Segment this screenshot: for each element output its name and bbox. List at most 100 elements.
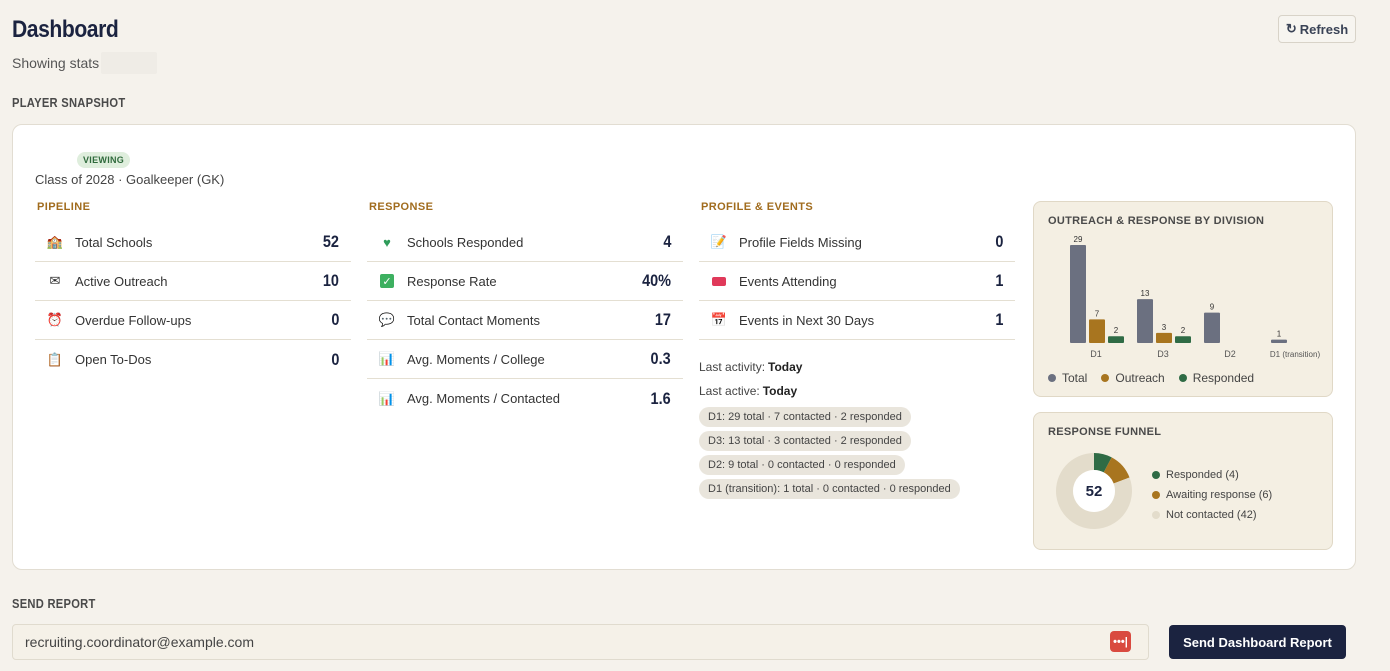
category-tick-label: D3 <box>1157 349 1169 359</box>
last-activity-label: Last activity: <box>699 360 766 374</box>
stat-value: 0.3 <box>650 349 671 368</box>
response-funnel-card: RESPONSE FUNNEL 52 Responded (4) Awaitin… <box>1033 412 1333 550</box>
calendar-icon: 📅 <box>710 312 728 327</box>
stat-row-open-todos: 📋 Open To-Dos 0 <box>35 340 351 379</box>
stat-label: Overdue Follow-ups <box>75 312 192 328</box>
stat-value: 0 <box>330 349 339 369</box>
division-pill: D2: 9 total · 0 contacted · 0 responded <box>699 455 905 475</box>
stat-value: 0 <box>994 232 1003 251</box>
heart-icon: ♥ <box>383 234 391 250</box>
donut-center-label: 52 <box>1086 483 1103 500</box>
stat-row-active-outreach: ✉ Active Outreach 10 <box>35 262 351 301</box>
response-heading: RESPONSE <box>369 201 434 213</box>
profile-events-column: PROFILE & EVENTS 📝 Profile Fields Missin… <box>699 201 1015 340</box>
bar-value-label: 29 <box>1074 235 1083 244</box>
stat-row-avg-moments-contacted: 📊 Avg. Moments / Contacted 1.6 <box>367 379 683 418</box>
stat-value: 1 <box>994 271 1003 290</box>
division-pill: D1: 29 total · 7 contacted · 2 responded <box>699 407 911 427</box>
checkmark-icon: ✓ <box>379 273 395 289</box>
division-chart-card: OUTREACH & RESPONSE BY DIVISION 29 7 2 D1 13… <box>1033 201 1333 397</box>
stat-row-total-schools: 🏫 Total Schools 52 <box>35 223 351 262</box>
stat-label: Open To-Dos <box>75 352 152 367</box>
bar-responded-0 <box>1108 336 1124 343</box>
player-meta: Class of 2028 · Goalkeeper (GK) <box>35 172 225 187</box>
stat-label: Total Contact Moments <box>407 312 540 328</box>
last-active-value: Today <box>762 384 798 398</box>
stat-row-events-attending: Events Attending 1 <box>699 262 1015 301</box>
stat-value: 52 <box>322 232 339 251</box>
stat-row-avg-moments-college: 📊 Avg. Moments / College 0.3 <box>367 340 683 379</box>
alarm-clock-icon: ⏰ <box>46 312 64 327</box>
division-chart-title: OUTREACH & RESPONSE BY DIVISION <box>1048 215 1265 227</box>
stat-row-overdue-followups: ⏰ Overdue Follow-ups 0 <box>35 301 351 340</box>
bar-total-2 <box>1204 312 1220 343</box>
bar-total-0 <box>1070 245 1086 343</box>
profile-events-heading: PROFILE & EVENTS <box>701 201 814 213</box>
report-email-input[interactable] <box>12 624 1149 660</box>
send-report-label: SEND REPORT <box>12 596 96 611</box>
response-funnel-title: RESPONSE FUNNEL <box>1048 426 1162 438</box>
viewing-badge: VIEWING <box>77 152 131 168</box>
division-pill: D3: 13 total · 3 contacted · 2 responded <box>699 431 911 451</box>
refresh-button[interactable]: ↻ Refresh <box>1278 15 1356 43</box>
stat-value: 4 <box>662 232 671 251</box>
category-tick-label: D2 <box>1224 349 1236 359</box>
stat-row-profile-fields-missing: 📝 Profile Fields Missing 0 <box>699 223 1015 262</box>
player-snapshot-card: VIEWING Class of 2028 · Goalkeeper (GK) … <box>12 124 1356 570</box>
stat-label: Events in Next 30 Days <box>739 312 875 328</box>
page-title: Dashboard <box>12 16 119 43</box>
speech-bubble-icon: 💬 <box>378 312 396 327</box>
envelope-icon: ✉ <box>49 273 61 288</box>
stat-label: Events Attending <box>739 273 837 289</box>
stat-label: Active Outreach <box>75 273 168 289</box>
funnel-legend: Responded (4) Awaiting response (6) Not … <box>1152 465 1272 525</box>
bar-value-label: 2 <box>1181 326 1186 335</box>
bar-chart-icon: 📊 <box>378 390 396 406</box>
division-bar-chart: 29 7 2 D1 13 3 2 D3 9 D2 1 D1 (transition) <box>1070 235 1321 359</box>
stat-value: 1 <box>994 310 1003 329</box>
bar-outreach-1 <box>1156 332 1172 343</box>
stats-range-placeholder <box>101 52 158 74</box>
last-activity-line: Last activity: Today <box>699 355 1029 379</box>
bar-responded-1 <box>1175 336 1191 343</box>
password-manager-icon[interactable]: •••| <box>1110 631 1131 652</box>
stat-value: 1.6 <box>650 388 671 408</box>
stat-value: 10 <box>322 271 339 290</box>
page-subtitle: Showing stats <box>12 52 158 74</box>
category-tick-label: D1 (transition) <box>1270 350 1321 359</box>
response-column: RESPONSE ♥ Schools Responded 4 ✓ Respons… <box>367 201 683 418</box>
legend-total: Total <box>1048 371 1087 385</box>
bar-value-label: 1 <box>1277 330 1282 339</box>
legend-responded: Responded <box>1178 371 1254 385</box>
bar-chart-icon: 📊 <box>378 351 396 366</box>
refresh-icon: ↻ <box>1285 21 1297 36</box>
legend-responded: Responded (4) <box>1152 465 1272 485</box>
legend-not-contacted: Not contacted (42) <box>1152 505 1272 525</box>
last-activity-value: Today <box>768 360 803 374</box>
stat-label: Schools Responded <box>407 234 524 250</box>
stat-row-response-rate: ✓ Response Rate 40% <box>367 262 683 301</box>
stat-label: Profile Fields Missing <box>739 234 862 250</box>
bar-total-1 <box>1137 299 1153 343</box>
stat-label: Total Schools <box>75 234 153 250</box>
ticket-icon <box>711 273 727 289</box>
division-pill: D1 (transition): 1 total · 0 contacted ·… <box>699 479 960 499</box>
category-tick-label: D1 <box>1090 349 1102 359</box>
bar-total-3 <box>1271 339 1287 343</box>
stat-row-events-next-30: 📅 Events in Next 30 Days 1 <box>699 301 1015 340</box>
last-active-label: Last active: <box>699 384 760 398</box>
bar-value-label: 13 <box>1141 289 1150 298</box>
last-active-line: Last active: Today <box>699 379 1029 403</box>
stat-row-schools-responded: ♥ Schools Responded 4 <box>367 223 683 262</box>
clipboard-icon: 📋 <box>46 351 64 367</box>
stat-value: 0 <box>330 310 339 329</box>
send-dashboard-report-button[interactable]: Send Dashboard Report <box>1169 625 1346 659</box>
stat-label: Avg. Moments / Contacted <box>407 391 560 406</box>
bar-value-label: 3 <box>1162 323 1167 332</box>
stat-row-total-contact-moments: 💬 Total Contact Moments 17 <box>367 301 683 340</box>
memo-icon: 📝 <box>710 234 728 249</box>
stat-label: Avg. Moments / College <box>407 351 545 367</box>
stat-label: Response Rate <box>407 273 497 289</box>
response-funnel-donut: 52 <box>1056 453 1132 529</box>
bar-outreach-0 <box>1089 319 1105 343</box>
